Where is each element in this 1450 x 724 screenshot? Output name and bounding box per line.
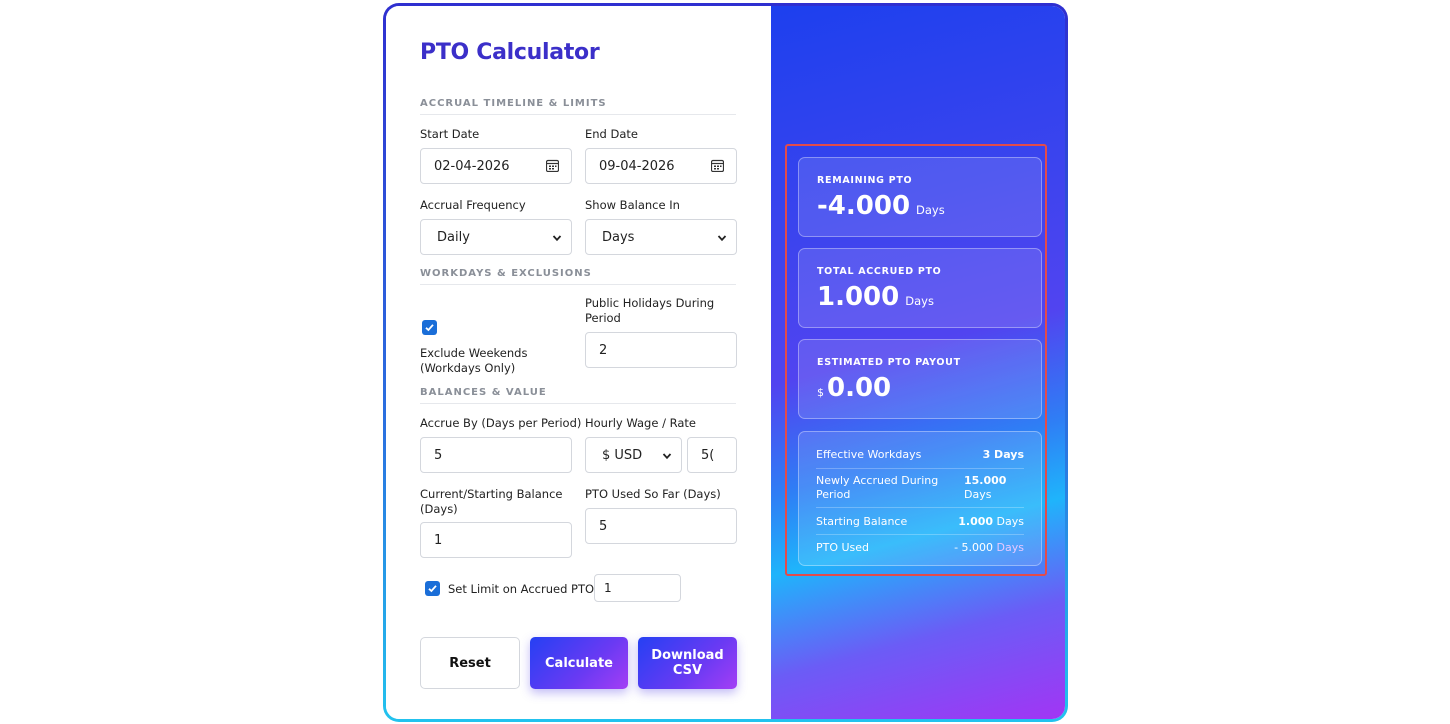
total-accrued-number: 1.000 [817, 282, 900, 312]
holidays-label: Public Holidays During Period [585, 296, 715, 325]
breakdown-card: Effective Workdays 3 Days Newly Accrued … [798, 431, 1042, 566]
wage-value: 5( [701, 447, 715, 463]
calculate-button[interactable]: Calculate [530, 637, 628, 689]
divider [816, 468, 1024, 469]
accrue-by-value: 5 [434, 447, 443, 463]
section-balances: BALANCES & VALUE [420, 387, 736, 404]
detail-value: 15.000 Days [964, 474, 1007, 501]
limit-checkbox[interactable] [425, 581, 440, 596]
end-date-input[interactable]: 09-04-2026 [585, 148, 737, 184]
detail-key: Newly Accrued During Period [816, 474, 939, 501]
end-date-label: End Date [585, 127, 638, 141]
pto-used-value: 5 [599, 518, 608, 534]
show-balance-select[interactable]: Days [585, 219, 737, 255]
start-date-input[interactable]: 02-04-2026 [420, 148, 572, 184]
page-title: PTO Calculator [420, 40, 600, 65]
start-date-value: 02-04-2026 [434, 158, 510, 174]
show-balance-label: Show Balance In [585, 198, 680, 212]
calendar-icon[interactable] [546, 159, 559, 172]
divider [816, 534, 1024, 535]
total-accrued-value: 1.000 Days [817, 282, 934, 312]
detail-value: 3 Days [982, 448, 1024, 461]
exclude-weekends-label: Exclude Weekends (Workdays Only) [420, 346, 528, 375]
remaining-pto-value: -4.000 Days [817, 191, 945, 221]
payout-title: ESTIMATED PTO PAYOUT [817, 357, 961, 368]
pto-calculator-card: PTO Calculator ACCRUAL TIMELINE & LIMITS… [383, 3, 1068, 722]
chevron-down-icon [662, 453, 672, 460]
accrue-by-input[interactable]: 5 [420, 437, 572, 473]
limit-value: 1 [604, 581, 612, 595]
remaining-pto-card: REMAINING PTO -4.000 Days [798, 157, 1042, 237]
end-date-value: 09-04-2026 [599, 158, 675, 174]
holidays-value: 2 [599, 342, 608, 358]
accrue-by-label: Accrue By (Days per Period) [420, 416, 582, 430]
detail-key: Effective Workdays [816, 448, 922, 461]
starting-balance-input[interactable]: 1 [420, 522, 572, 558]
download-csv-button[interactable]: Download CSV [638, 637, 737, 689]
wage-label: Hourly Wage / Rate [585, 416, 696, 430]
card-inner: PTO Calculator ACCRUAL TIMELINE & LIMITS… [386, 6, 1065, 719]
detail-value: 1.000 Days [958, 515, 1024, 528]
total-accrued-title: TOTAL ACCRUED PTO [817, 266, 942, 277]
starting-balance-label: Current/Starting Balance (Days) [420, 487, 563, 516]
section-timeline: ACCRUAL TIMELINE & LIMITS [420, 98, 736, 115]
detail-key: PTO Used [816, 541, 870, 554]
frequency-value: Daily [437, 229, 470, 245]
total-accrued-unit: Days [905, 294, 934, 308]
frequency-select[interactable]: Daily [420, 219, 572, 255]
pto-used-input[interactable]: 5 [585, 508, 737, 544]
payout-currency: $ [817, 386, 824, 399]
show-balance-value: Days [602, 229, 635, 245]
remaining-pto-title: REMAINING PTO [817, 175, 913, 186]
form-panel: PTO Calculator ACCRUAL TIMELINE & LIMITS… [386, 6, 771, 719]
chevron-down-icon [717, 235, 727, 242]
pto-used-label: PTO Used So Far (Days) [585, 487, 721, 501]
results-panel: REMAINING PTO -4.000 Days TOTAL ACCRUED P… [771, 6, 1065, 719]
remaining-pto-unit: Days [916, 203, 945, 217]
divider [816, 507, 1024, 508]
reset-button[interactable]: Reset [420, 637, 520, 689]
payout-number: 0.00 [827, 373, 892, 403]
starting-balance-value: 1 [434, 532, 443, 548]
total-accrued-card: TOTAL ACCRUED PTO 1.000 Days [798, 248, 1042, 328]
currency-select[interactable]: $ USD [585, 437, 682, 473]
results-highlight: REMAINING PTO -4.000 Days TOTAL ACCRUED P… [785, 144, 1047, 576]
holidays-input[interactable]: 2 [585, 332, 737, 368]
calendar-icon[interactable] [711, 159, 724, 172]
frequency-label: Accrual Frequency [420, 198, 526, 212]
detail-value: - 5.000 Days [954, 541, 1024, 554]
section-workdays: WORKDAYS & EXCLUSIONS [420, 268, 736, 285]
limit-input[interactable]: 1 [594, 574, 681, 602]
payout-card: ESTIMATED PTO PAYOUT $0.00 [798, 339, 1042, 419]
check-icon [425, 324, 434, 332]
currency-value: $ USD [602, 447, 643, 463]
check-icon [428, 585, 437, 593]
start-date-label: Start Date [420, 127, 480, 141]
remaining-pto-number: -4.000 [817, 191, 911, 221]
chevron-down-icon [552, 235, 562, 242]
limit-label: Set Limit on Accrued PTO [448, 582, 595, 596]
exclude-weekends-checkbox[interactable] [422, 320, 437, 335]
wage-input[interactable]: 5( [687, 437, 737, 473]
detail-key: Starting Balance [816, 515, 908, 528]
payout-value: $0.00 [817, 373, 891, 403]
